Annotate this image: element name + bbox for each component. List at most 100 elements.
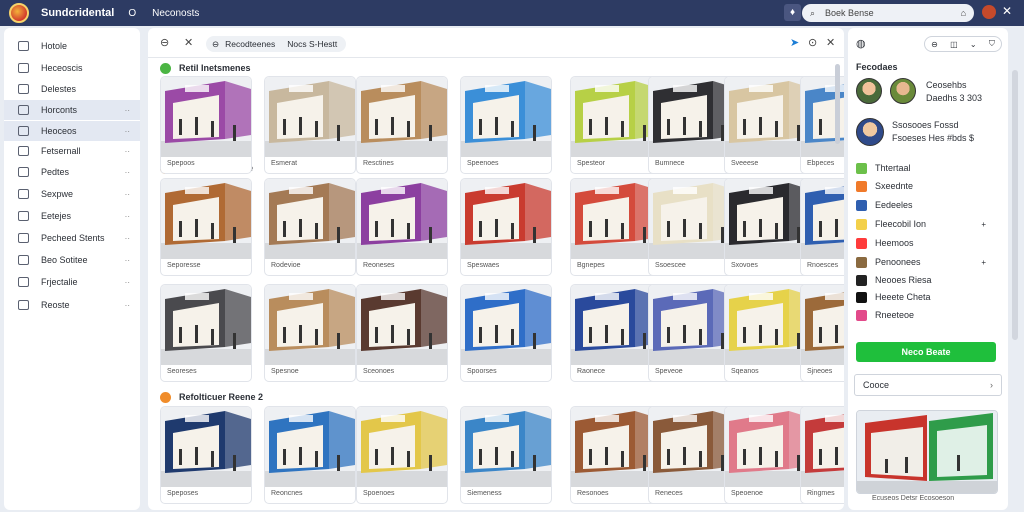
user-icon (18, 189, 29, 199)
store-card[interactable]: Rodevioe (264, 178, 356, 276)
sidebar-item[interactable]: Hotole (4, 36, 140, 56)
user2-line2: Fsoeses Hes #bds $ (892, 133, 975, 143)
store-card-label: Reoneses (363, 262, 395, 269)
panel-row[interactable]: Heemoos (856, 235, 1000, 251)
store-card[interactable]: Reoneses (356, 178, 448, 276)
panel-scrollbar[interactable] (1012, 70, 1018, 340)
avatar[interactable] (856, 118, 884, 146)
user2-line1: Ssosooes Fossd (892, 120, 959, 130)
store-card[interactable]: Spoenoes (356, 406, 448, 504)
store-preview[interactable] (856, 410, 998, 494)
info-icon[interactable]: ⊙ (808, 36, 817, 49)
sidebar-item-label: Heceoscis (41, 63, 83, 73)
store-card[interactable]: Speposes (160, 406, 252, 504)
store-thumbnail (801, 179, 844, 259)
shield-icon[interactable]: ⛉ (989, 39, 995, 49)
sidebar-item-label: Hotole (41, 41, 68, 51)
panel-row[interactable]: Rneeteoe (856, 307, 1000, 323)
panel-row[interactable]: Neooes Riesa (856, 272, 1000, 288)
store-card-label: Spesteor (577, 160, 606, 167)
flag-icon[interactable] (982, 5, 996, 19)
store-card[interactable]: Siemeness (460, 406, 552, 504)
avatar[interactable] (856, 78, 882, 104)
title-bar: Sundcridental O Neconosts ♦ ⌕ Boek Bense… (0, 0, 1024, 26)
close-icon[interactable]: ✕ (826, 36, 835, 49)
app-icon (856, 162, 867, 174)
folder-icon (18, 277, 29, 287)
sidebar-item-label: Delestes (41, 84, 77, 94)
grid-icon[interactable]: ◫ (950, 40, 958, 49)
app-icon (856, 180, 867, 192)
store-card-label: Speposes (167, 490, 199, 497)
panel-row[interactable]: Fleecobil Ion + (856, 216, 1000, 232)
sidebar-item[interactable]: Eetejes ·· (4, 206, 140, 226)
app-icon (856, 291, 867, 303)
app-icon (856, 309, 867, 321)
more-icon: ·· (124, 146, 130, 156)
panel-controls[interactable]: ⊖ ◫ ⌄ ⛉ (924, 36, 1002, 52)
sidebar-item[interactable]: Sexpwe ·· (4, 184, 140, 204)
panel-row[interactable]: Thtertaal (856, 160, 1000, 176)
option-select[interactable]: Cooce › (854, 374, 1002, 396)
sidebar-item[interactable]: Frjectalie ·· (4, 272, 140, 292)
more-icon: ·· (124, 126, 130, 136)
store-card-label: Sqeanos (731, 368, 759, 375)
store-card-label: Bumnece (655, 160, 685, 167)
close-icon[interactable]: ✕ (1002, 4, 1012, 18)
store-card[interactable]: Seporesse (160, 178, 252, 276)
store-card[interactable]: Spesnoe (264, 284, 356, 382)
store-card[interactable]: Sjneoes (800, 284, 844, 382)
store-card[interactable]: Speenoes (460, 76, 552, 174)
gallery-scrollbar[interactable] (835, 64, 840, 144)
search-bar[interactable]: ⌕ Boek Bense ⌂ (802, 4, 974, 22)
title-menu[interactable]: Neconosts (152, 8, 199, 19)
store-card-label: Rnoesces (807, 262, 839, 269)
notification-icon[interactable]: ♦ (784, 4, 801, 21)
sidebar-item[interactable]: Beo Sotitee ·· (4, 250, 140, 270)
panel-row[interactable]: Heeete Cheta (856, 289, 1000, 305)
app-icon (856, 199, 867, 211)
sidebar-item[interactable]: Fetsernall ·· (4, 141, 140, 161)
store-card-label: Sveeese (731, 160, 759, 167)
panel-row-label: Penoonees (875, 257, 921, 267)
store-thumbnail (265, 77, 355, 157)
close-icon[interactable]: ✕ (184, 36, 193, 49)
store-card[interactable]: Reoncnes (264, 406, 356, 504)
panel-row[interactable]: Penoonees + (856, 254, 1000, 270)
store-card[interactable]: Speswaes (460, 178, 552, 276)
create-button[interactable]: Neco Beate (856, 342, 996, 362)
store-card[interactable]: Seoreses (160, 284, 252, 382)
store-card[interactable]: Ringmes (800, 406, 844, 504)
avatar[interactable] (890, 78, 916, 104)
settings-icon[interactable]: ⊖ (931, 40, 938, 49)
store-card[interactable]: Sceonoes (356, 284, 448, 382)
store-card[interactable]: Spepoos (160, 76, 252, 174)
globe-icon[interactable]: ◍ (856, 37, 866, 50)
pin-icon[interactable]: ➤ (790, 36, 799, 49)
panel-row[interactable]: Eedeeles (856, 197, 1000, 213)
panel-row-label: Eedeeles (875, 200, 913, 210)
store-card[interactable]: Spoorses (460, 284, 552, 382)
store-card[interactable]: Resctines (356, 76, 448, 174)
store-card[interactable]: Rnoesces (800, 178, 844, 276)
sidebar-item-label: Reoste (41, 300, 70, 310)
chevron-down-icon[interactable]: ⌄ (970, 40, 977, 49)
store-card-label: Spepoos (167, 160, 195, 167)
panel-row[interactable]: Sxeednte (856, 178, 1000, 194)
store-card-label: Resonoes (577, 490, 609, 497)
filter-pill[interactable]: ⊖ Recodteenes Nocs S-Hestt (206, 36, 346, 52)
sidebar-item[interactable]: Pecheed Stents ·· (4, 228, 140, 248)
tag-icon (18, 255, 29, 265)
sidebar-item[interactable]: Pedtes ·· (4, 162, 140, 182)
sidebar-item[interactable]: Heceoscis (4, 58, 140, 78)
sidebar-item[interactable]: Reoste ·· (4, 295, 140, 315)
sidebar-item-label: Sexpwe (41, 189, 74, 199)
store-card[interactable]: Esmerat (264, 76, 356, 174)
sidebar-item[interactable]: Delestes (4, 79, 140, 99)
sidebar-item[interactable]: Heoceos ·· (4, 121, 140, 141)
sidebar-item[interactable]: Horconts ·· (4, 100, 140, 120)
store-thumbnail (461, 285, 551, 365)
camera-icon[interactable]: ⊖ (160, 36, 169, 49)
more-icon: ·· (124, 277, 130, 287)
store-card-label: Siemeness (467, 490, 502, 497)
